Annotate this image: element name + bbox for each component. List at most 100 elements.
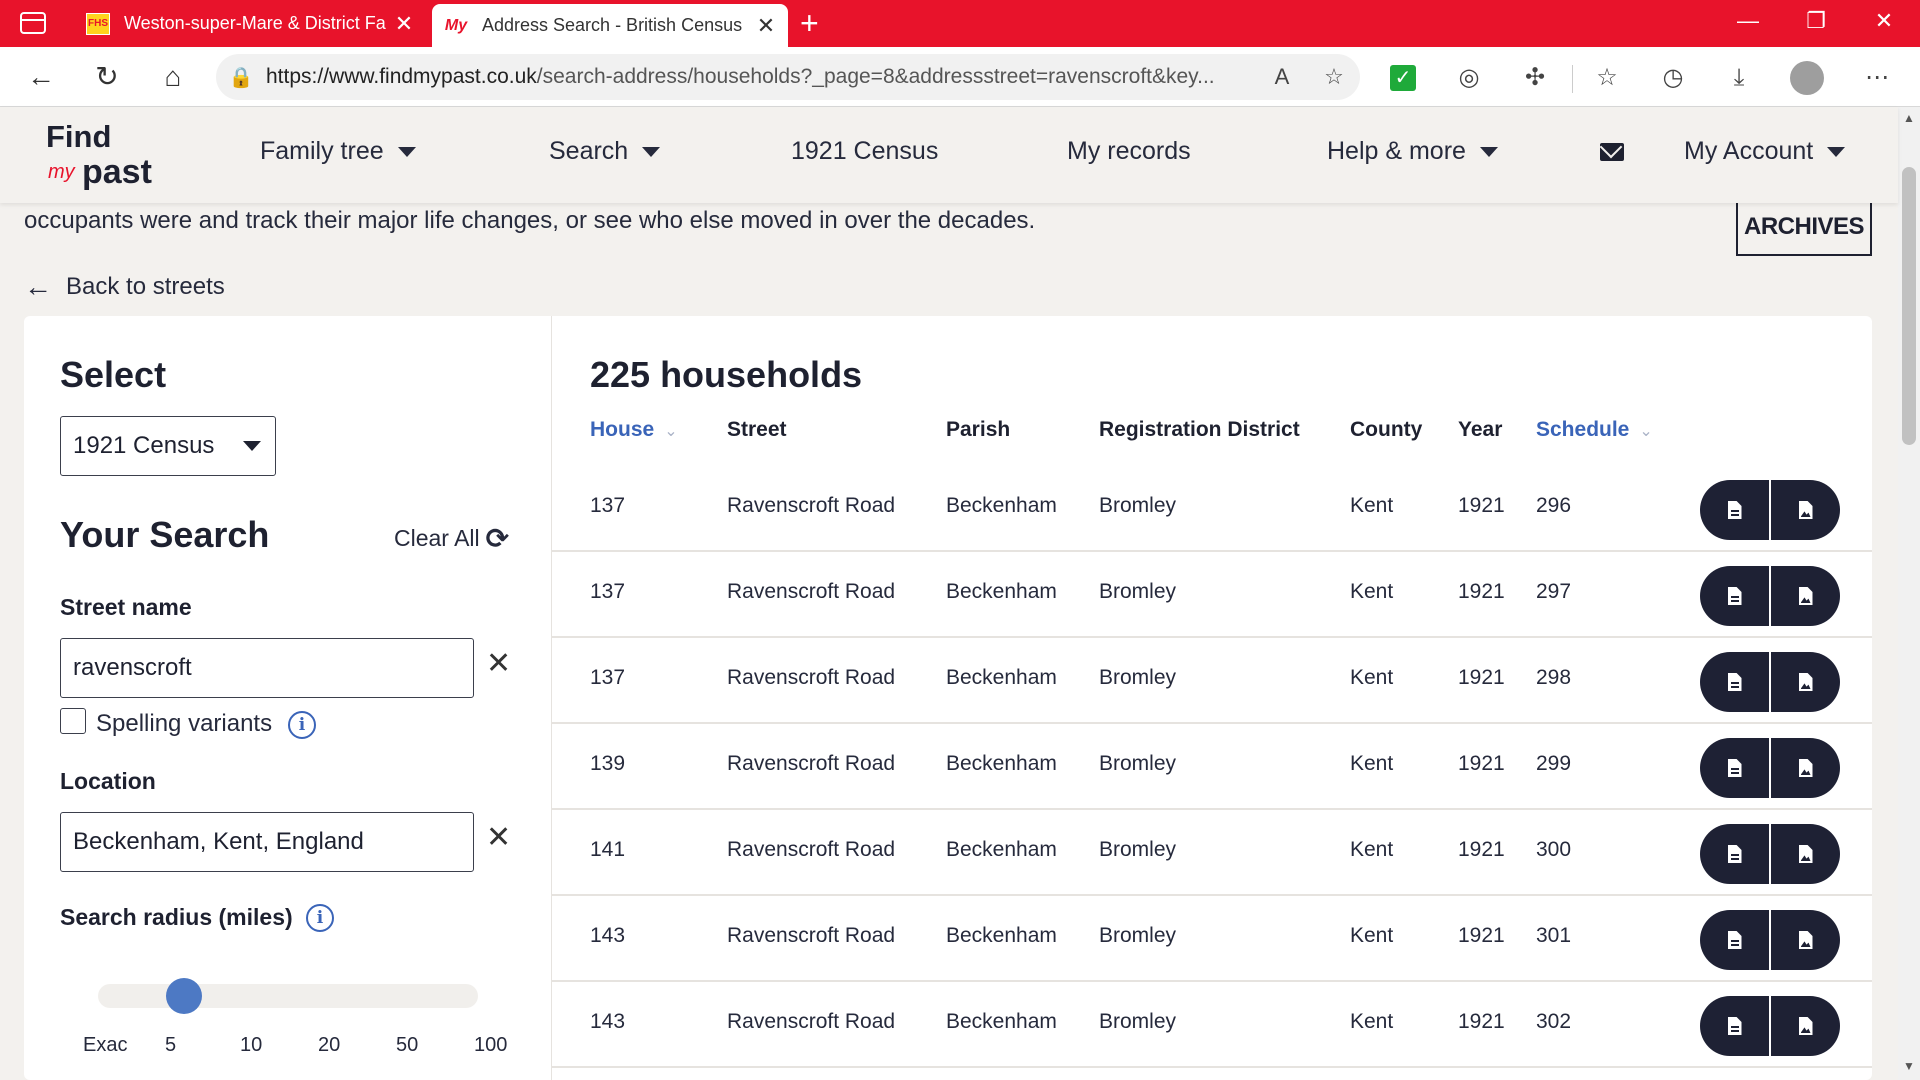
radius-slider-track[interactable] — [98, 984, 478, 1008]
column-header-county: County — [1350, 418, 1423, 441]
cell-county: Kent — [1350, 924, 1394, 947]
mail-icon[interactable] — [1600, 143, 1624, 161]
view-transcript-button[interactable] — [1700, 566, 1769, 626]
view-image-button[interactable] — [1769, 738, 1840, 798]
nav-family-tree[interactable]: Family tree — [260, 137, 416, 166]
archives-logo[interactable]: ARCHIVES — [1736, 200, 1872, 256]
cell-house: 141 — [590, 838, 626, 861]
back-to-streets-link[interactable]: ← Back to streets — [24, 271, 225, 303]
info-icon[interactable]: i — [288, 711, 316, 739]
cell-district: Bromley — [1099, 580, 1177, 603]
close-icon[interactable]: ✕ — [394, 11, 414, 37]
table-row[interactable]: 137 Ravenscroft Road Beckenham Bromley Kent 1… — [552, 638, 1872, 724]
browser-tab-fhs[interactable]: FHS Weston-super-Mare & District Family … — [74, 0, 426, 47]
table-row[interactable]: 137 Ravenscroft Road Beckenham Bromley Kent 1… — [552, 552, 1872, 638]
home-icon[interactable]: ⌂ — [156, 61, 190, 93]
view-transcript-button[interactable] — [1700, 738, 1769, 798]
image-record-icon — [1798, 845, 1813, 863]
cell-year: 1921 — [1458, 1010, 1505, 1033]
cell-house: 143 — [590, 1010, 626, 1033]
extension-icon[interactable]: ◎ — [1452, 62, 1486, 94]
scrollbar-thumb[interactable] — [1902, 167, 1916, 445]
minimize-icon[interactable]: — — [1728, 8, 1768, 34]
dataset-select[interactable]: 1921 Census — [60, 416, 276, 476]
image-record-icon — [1798, 759, 1813, 777]
column-header-schedule[interactable]: Schedule ⌄ — [1536, 418, 1653, 442]
table-row[interactable]: 141 Ravenscroft Road Beckenham Bromley Kent 1… — [552, 810, 1872, 896]
view-transcript-button[interactable] — [1700, 910, 1769, 970]
cell-year: 1921 — [1458, 666, 1505, 689]
view-image-button[interactable] — [1769, 910, 1840, 970]
back-icon[interactable]: ← — [24, 61, 58, 93]
cell-district: Bromley — [1099, 666, 1177, 689]
view-transcript-button[interactable] — [1700, 480, 1769, 540]
nav-1921-census[interactable]: 1921 Census — [791, 137, 938, 166]
location-label: Location — [60, 768, 156, 794]
reload-icon[interactable]: ↻ — [90, 61, 124, 93]
table-row[interactable]: 139 Ravenscroft Road Beckenham Bromley Kent 1… — [552, 724, 1872, 810]
url-field[interactable]: 🔒 https://www.findmypast.co.uk/search-ad… — [216, 54, 1360, 100]
restore-icon[interactable]: ❐ — [1796, 8, 1836, 34]
tab-title: Address Search - British Census Records — [482, 15, 748, 35]
nav-my-records[interactable]: My records — [1067, 137, 1191, 166]
profile-avatar[interactable] — [1790, 61, 1824, 95]
cell-year: 1921 — [1458, 494, 1505, 517]
findmypast-logo[interactable]: Find my past — [46, 119, 176, 195]
history-icon[interactable]: ◷ — [1656, 62, 1690, 94]
tab-actions-icon[interactable] — [20, 12, 46, 34]
add-favorite-icon[interactable]: ☆ — [1308, 64, 1360, 90]
extensions-puzzle-icon[interactable]: ✣ — [1518, 62, 1552, 94]
nav-help-more[interactable]: Help & more — [1327, 137, 1498, 166]
column-header-house[interactable]: House ⌄ — [590, 418, 678, 442]
cell-district: Bromley — [1099, 924, 1177, 947]
window-close-icon[interactable]: ✕ — [1864, 8, 1904, 34]
table-row[interactable]: 143 Ravenscroft Road Beckenham Bromley Kent 1… — [552, 896, 1872, 982]
view-transcript-button[interactable] — [1700, 996, 1769, 1056]
view-image-button[interactable] — [1769, 996, 1840, 1056]
record-actions — [1700, 738, 1840, 798]
spelling-variants-checkbox[interactable] — [60, 708, 86, 734]
transcript-icon — [1727, 931, 1742, 949]
cell-year: 1921 — [1458, 838, 1505, 861]
browser-tab-address-search[interactable]: My Address Search - British Census Recor… — [432, 4, 788, 47]
street-name-input[interactable]: ravenscroft — [60, 638, 474, 698]
more-menu-icon[interactable]: ⋯ — [1860, 62, 1894, 94]
view-image-button[interactable] — [1769, 824, 1840, 884]
clear-all-button[interactable]: Clear All ⟳ — [394, 522, 509, 555]
view-image-button[interactable] — [1769, 566, 1840, 626]
nav-my-account[interactable]: My Account — [1684, 137, 1846, 166]
downloads-icon[interactable]: ⤓ — [1722, 62, 1756, 94]
cell-parish: Beckenham — [946, 838, 1057, 861]
cell-county: Kent — [1350, 1010, 1394, 1033]
scroll-up-icon[interactable]: ▲ — [1903, 111, 1915, 125]
table-row[interactable]: 143 Ravenscroft Road Beckenham Bromley Kent 1… — [552, 982, 1872, 1068]
site-header: Find my past Family tree Search 1921 Cen… — [0, 107, 1898, 203]
browser-address-bar: ← ↻ ⌂ 🔒 https://www.findmypast.co.uk/sea… — [0, 47, 1920, 107]
cell-house: 137 — [590, 580, 626, 603]
read-aloud-icon[interactable]: A — [1256, 64, 1308, 90]
page-scrollbar[interactable]: ▲ ▼ — [1898, 107, 1920, 1080]
clear-location-icon[interactable]: ✕ — [486, 820, 511, 855]
view-transcript-button[interactable] — [1700, 652, 1769, 712]
caret-down-icon — [1479, 147, 1498, 158]
arrow-left-icon: ← — [24, 271, 52, 302]
view-transcript-button[interactable] — [1700, 824, 1769, 884]
table-row[interactable]: 137 Ravenscroft Road Beckenham Bromley Kent 1… — [552, 466, 1872, 552]
scroll-down-icon[interactable]: ▼ — [1903, 1059, 1915, 1073]
cell-county: Kent — [1350, 838, 1394, 861]
image-record-icon — [1798, 501, 1813, 519]
view-image-button[interactable] — [1769, 480, 1840, 540]
info-icon[interactable]: i — [306, 904, 334, 932]
cell-street: Ravenscroft Road — [727, 580, 896, 603]
location-input[interactable]: Beckenham, Kent, England — [60, 812, 474, 872]
clear-street-icon[interactable]: ✕ — [486, 646, 511, 681]
favorites-icon[interactable]: ☆ — [1590, 62, 1624, 94]
new-tab-icon[interactable]: + — [800, 7, 819, 39]
nav-search[interactable]: Search — [549, 137, 661, 166]
column-header-parish: Parish — [946, 418, 1011, 441]
findmypast-favicon-icon: My — [444, 16, 468, 34]
extension-check-icon[interactable]: ✓ — [1390, 65, 1416, 91]
radius-slider-thumb[interactable] — [166, 978, 202, 1014]
view-image-button[interactable] — [1769, 652, 1840, 712]
close-icon[interactable]: ✕ — [756, 13, 776, 39]
